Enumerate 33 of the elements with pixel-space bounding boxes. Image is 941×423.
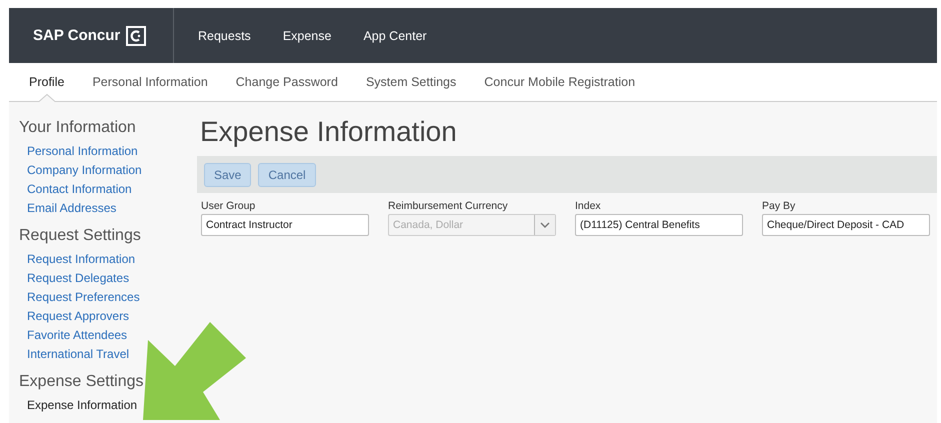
caret-icon [540, 222, 550, 228]
input-field[interactable]: (D11125) Central Benefits [575, 214, 743, 236]
nav-link[interactable]: Expense [282, 28, 332, 42]
tab[interactable]: Concur Mobile Registration [479, 63, 640, 101]
section-heading: Your Information [19, 119, 136, 137]
tab[interactable]: Change Password [230, 63, 343, 101]
nav-link[interactable]: App Center [363, 28, 427, 42]
sidebar-link[interactable]: Request Approvers [27, 307, 130, 326]
input-field[interactable]: Cheque/Direct Deposit - CAD [762, 214, 930, 236]
field-label: Pay By [762, 200, 796, 212]
field-label: Index [575, 200, 602, 212]
sidebar-link[interactable]: Request Preferences [27, 288, 140, 307]
field-label: Reimbursement Currency [388, 200, 509, 212]
logo-text: SAP Concur [33, 27, 120, 44]
input-field[interactable]: Contract Instructor [201, 214, 369, 236]
sidebar-link[interactable]: Request Information [27, 250, 136, 269]
tab[interactable]: System Settings [360, 63, 462, 101]
page-title: Expense Information [200, 116, 458, 148]
sidebar-link[interactable]: Request Delegates [27, 269, 130, 288]
sidebar-link[interactable]: Contact Information [27, 180, 132, 199]
logo-icon [126, 26, 146, 46]
sidebar-link[interactable]: International Travel [27, 345, 130, 364]
tab[interactable]: Profile [24, 63, 70, 101]
tab[interactable]: Personal Information [87, 63, 213, 101]
sidebar-link[interactable]: Personal Information [27, 142, 138, 161]
sidebar-link[interactable]: Favorite Attendees [27, 326, 128, 345]
nav-link[interactable]: Requests [198, 28, 251, 42]
section-heading: Expense Settings [19, 373, 144, 391]
section-heading: Request Settings [19, 227, 141, 245]
field-label: User Group [201, 200, 256, 212]
sidebar-link[interactable]: Email Addresses [27, 199, 116, 218]
sidebar-link[interactable]: Company Information [27, 161, 142, 180]
sidebar-link[interactable]: Expense Information [27, 396, 138, 415]
